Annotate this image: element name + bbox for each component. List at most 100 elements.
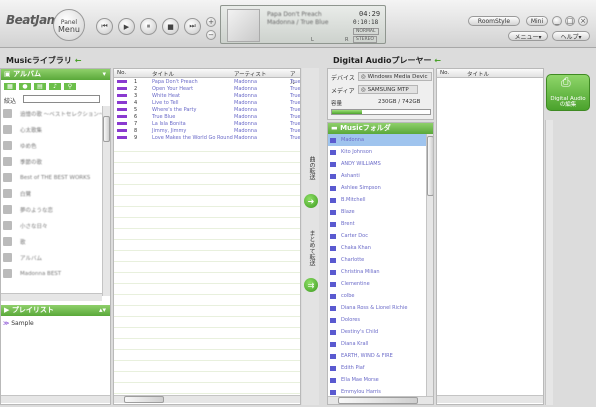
col-title[interactable]: タイトル — [152, 70, 174, 78]
album-thumbnail — [3, 173, 12, 182]
media-select[interactable]: ◎ SAMSUNG MTP — [358, 85, 418, 94]
roomstyle-button[interactable]: RoomStyle — [468, 16, 520, 26]
previous-button[interactable]: ⏮ — [96, 18, 113, 35]
album-hscrollbar[interactable] — [1, 293, 102, 301]
volume-up-button[interactable]: + — [206, 17, 216, 27]
search-tab[interactable]: ⚲ — [63, 82, 77, 91]
folder-hscrollbar[interactable] — [328, 396, 433, 404]
track-row[interactable]: 1 Papa Don't Preach Madonna True — [114, 78, 300, 85]
folder-item[interactable]: Chaka Khan — [328, 242, 426, 254]
track-row[interactable]: 4 Live to Tell Madonna True — [114, 99, 300, 106]
maximize-icon[interactable]: □ — [565, 16, 575, 26]
folder-hscroll-thumb[interactable] — [338, 397, 418, 404]
grid-view-tab[interactable]: ▦ — [3, 82, 17, 91]
track-row[interactable]: 3 White Heat Madonna True — [114, 92, 300, 99]
edit-digital-audio-button[interactable]: ⎙ Digital Audio の編集 — [546, 74, 590, 111]
playlist-collapse-icon[interactable]: ▴▾ — [99, 305, 106, 316]
folder-scroll-thumb[interactable] — [427, 136, 433, 196]
folder-item[interactable]: B.Mitchell — [328, 194, 426, 206]
calendar-tab[interactable]: ▤ — [33, 82, 47, 91]
track-row[interactable]: 2 Open Your Heart Madonna True — [114, 85, 300, 92]
album-item[interactable]: 季節の歌 — [3, 156, 105, 167]
device-col-title[interactable]: タイトル — [467, 70, 489, 78]
folder-item[interactable]: Diana Ross & Lionel Richie — [328, 302, 426, 314]
minimize-icon[interactable]: _ — [552, 16, 562, 26]
folder-item[interactable]: Kito Johnson — [328, 146, 426, 158]
mini-button[interactable]: Mini — [526, 16, 548, 26]
track-album: True — [290, 113, 301, 120]
col-artist[interactable]: アーティスト — [234, 70, 266, 78]
sound-mode-indicator[interactable]: STEREO — [353, 36, 377, 43]
playlist-hscrollbar[interactable] — [1, 395, 110, 403]
folder-item[interactable]: Charlotte — [328, 254, 426, 266]
player-back-arrow-icon[interactable]: ← — [434, 56, 441, 65]
folder-item[interactable]: Blaze — [328, 206, 426, 218]
panel-menu-button[interactable]: Panel Menu — [53, 9, 85, 41]
folder-item[interactable]: Madonna — [328, 134, 426, 146]
device-hscrollbar[interactable] — [437, 395, 543, 403]
playlist-header-label: プレイリスト — [11, 306, 54, 314]
album-section-header[interactable]: ▣ アルバム ▾ — [1, 69, 110, 80]
back-arrow-icon[interactable]: ← — [75, 56, 82, 65]
folder-item[interactable]: EARTH, WIND & FIRE — [328, 350, 426, 362]
track-row[interactable]: 9 Love Makes the World Go Round Madonna Tru… — [114, 134, 300, 141]
transfer-arrow-icon[interactable]: ➜ — [304, 194, 318, 208]
album-item[interactable]: 追憶の歌 〜ベストセレクション〜 — [3, 108, 105, 119]
track-type-icon — [117, 129, 127, 132]
pause-button[interactable]: ⏸ — [140, 18, 157, 35]
playlist-item[interactable]: ≫ Sample — [3, 320, 34, 327]
play-button[interactable]: ▶ — [118, 18, 135, 35]
artist-tab[interactable]: ● — [18, 82, 32, 91]
folder-item[interactable]: colbe — [328, 290, 426, 302]
folder-item[interactable]: Edith Piaf — [328, 362, 426, 374]
folder-item[interactable]: Clementine — [328, 278, 426, 290]
album-item[interactable]: アルバム — [3, 252, 105, 263]
folder-icon — [330, 353, 336, 359]
album-item[interactable]: Best of THE BEST WORKS — [3, 172, 105, 183]
album-scroll-thumb[interactable] — [103, 116, 110, 142]
album-item[interactable]: 心太歌集 — [3, 124, 105, 135]
folder-item[interactable]: ANDY WILLIAMS — [328, 158, 426, 170]
device-scrollbar[interactable] — [545, 120, 553, 405]
folder-item[interactable]: Dolores — [328, 314, 426, 326]
device-col-no[interactable]: No. — [440, 70, 449, 76]
folder-item[interactable]: Christina Milian — [328, 266, 426, 278]
track-hscroll-thumb[interactable] — [124, 396, 164, 403]
folder-item[interactable]: Diana Krall — [328, 338, 426, 350]
next-button[interactable]: ⏭ — [184, 18, 201, 35]
folder-item[interactable]: Brent — [328, 218, 426, 230]
folder-item[interactable]: Ashlee Simpson — [328, 182, 426, 194]
album-item[interactable]: 白鷺 — [3, 188, 105, 199]
album-item[interactable]: 夢のような恋 — [3, 204, 105, 215]
folder-item[interactable]: Destiny's Child — [328, 326, 426, 338]
filter-input[interactable] — [23, 95, 100, 103]
album-item[interactable]: ゆめ色 — [3, 140, 105, 151]
track-row[interactable]: 7 La Isla Bonita Madonna True — [114, 120, 300, 127]
track-hscrollbar[interactable] — [114, 395, 300, 403]
track-row[interactable]: 5 Where's the Party Madonna True — [114, 106, 300, 113]
stop-button[interactable]: ■ — [162, 18, 179, 35]
collapse-icon[interactable]: ▾ — [102, 69, 106, 80]
volume-down-button[interactable]: − — [206, 30, 216, 40]
playlist-section-header[interactable]: ▶ プレイリスト ▴▾ — [1, 305, 110, 316]
menu-button[interactable]: メニュー▾ — [508, 31, 548, 41]
col-no[interactable]: No. — [117, 70, 126, 76]
track-row[interactable]: 6 True Blue Madonna True — [114, 113, 300, 120]
track-row[interactable]: 8 Jimmy, Jimmy Madonna True — [114, 127, 300, 134]
folder-item[interactable]: Carter Doc — [328, 230, 426, 242]
close-icon[interactable]: × — [578, 16, 588, 26]
play-mode-indicator[interactable]: NORMAL — [353, 28, 379, 35]
empty-row — [114, 372, 300, 383]
empty-row — [114, 229, 300, 240]
folder-item[interactable]: Ashanti — [328, 170, 426, 182]
album-item[interactable]: 小さな日々 — [3, 220, 105, 231]
device-select[interactable]: ◎ Windows Media Devic — [358, 72, 432, 81]
album-scrollbar[interactable] — [102, 106, 110, 296]
genre-tab[interactable]: ♪ — [48, 82, 62, 91]
album-item[interactable]: 歌 — [3, 236, 105, 247]
help-button[interactable]: ヘルプ▾ — [552, 31, 590, 41]
folder-item[interactable]: Ella Mae Morse — [328, 374, 426, 386]
batch-transfer-icon[interactable]: ⇉ — [304, 278, 318, 292]
folder-scrollbar[interactable] — [426, 134, 433, 396]
album-item[interactable]: Madonna BEST — [3, 268, 105, 279]
